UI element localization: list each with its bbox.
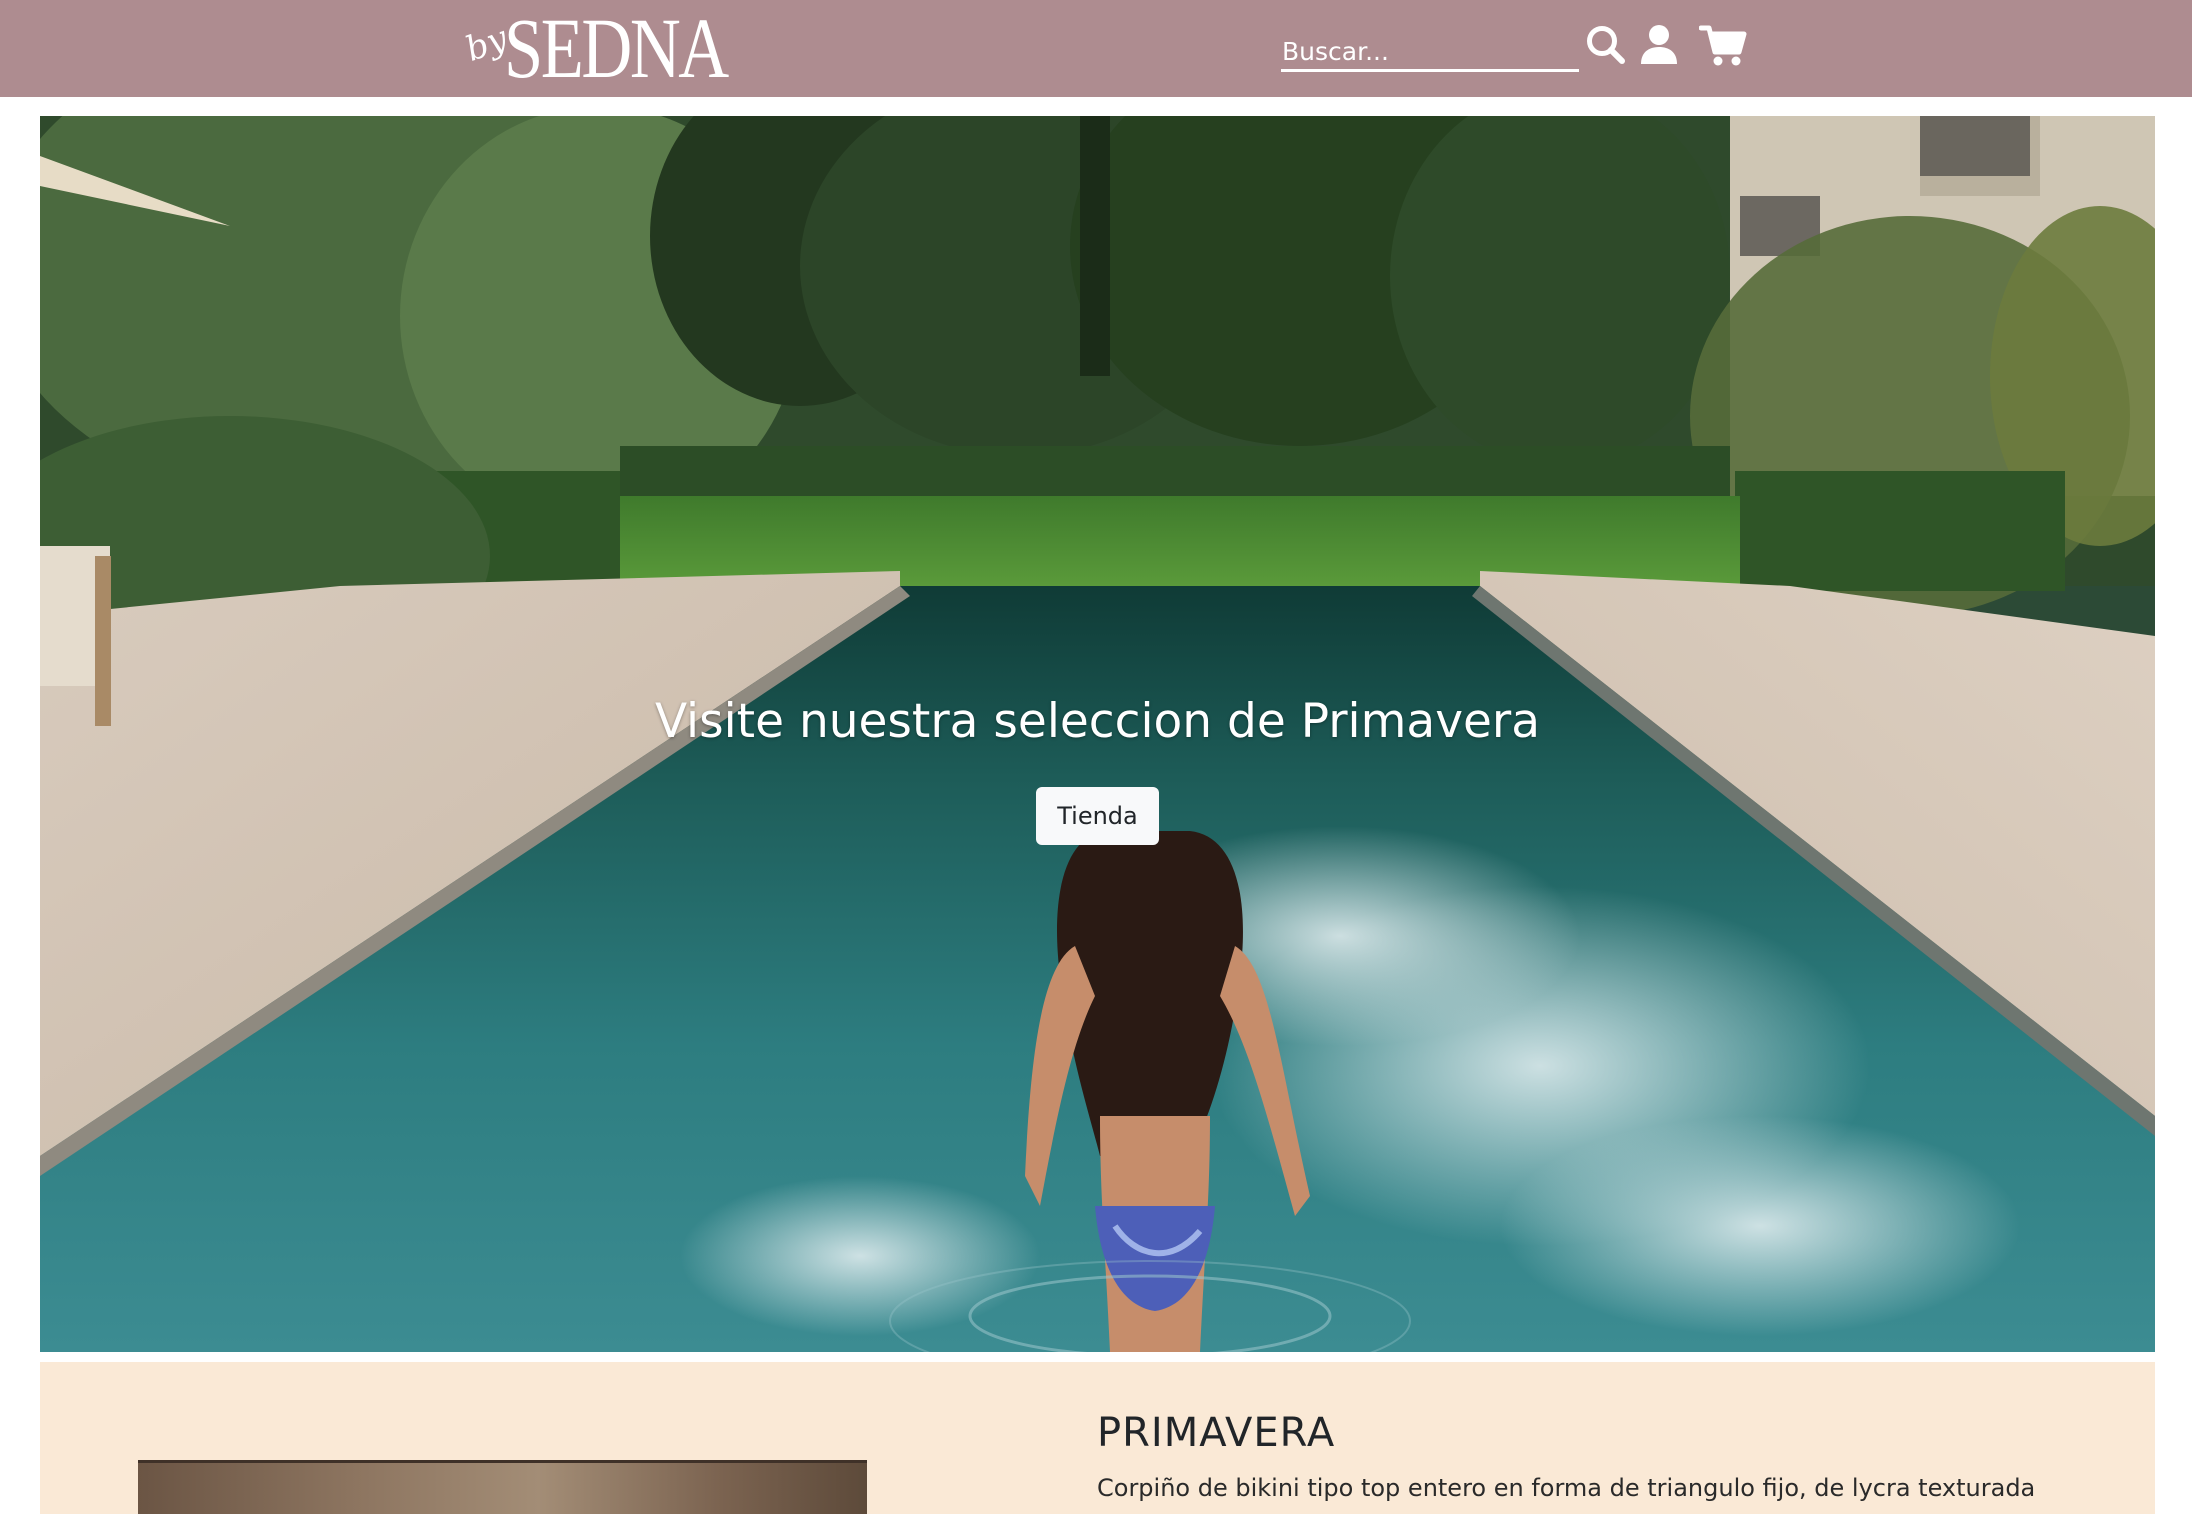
user-icon[interactable] bbox=[1637, 22, 1681, 68]
product-image[interactable] bbox=[138, 1460, 867, 1514]
hero-banner: Visite nuestra seleccion de Primavera Ti… bbox=[40, 116, 2155, 1352]
search-box bbox=[1281, 28, 1579, 72]
logo-name: SEDNA bbox=[504, 0, 729, 96]
hero-heading: Visite nuestra seleccion de Primavera bbox=[654, 694, 1541, 749]
site-header: by SEDNA bbox=[0, 0, 2192, 97]
shop-button[interactable]: Tienda bbox=[1036, 787, 1159, 845]
brand-logo[interactable]: by SEDNA bbox=[460, 0, 742, 96]
cart-icon[interactable] bbox=[1699, 22, 1747, 68]
search-input[interactable] bbox=[1281, 28, 1577, 68]
search-icon[interactable] bbox=[1583, 22, 1629, 68]
product-description: Corpiño de bikini tipo top entero en for… bbox=[1097, 1474, 2036, 1502]
product-section: PRIMAVERA Corpiño de bikini tipo top ent… bbox=[40, 1362, 2155, 1514]
product-title: PRIMAVERA bbox=[1097, 1410, 1336, 1456]
